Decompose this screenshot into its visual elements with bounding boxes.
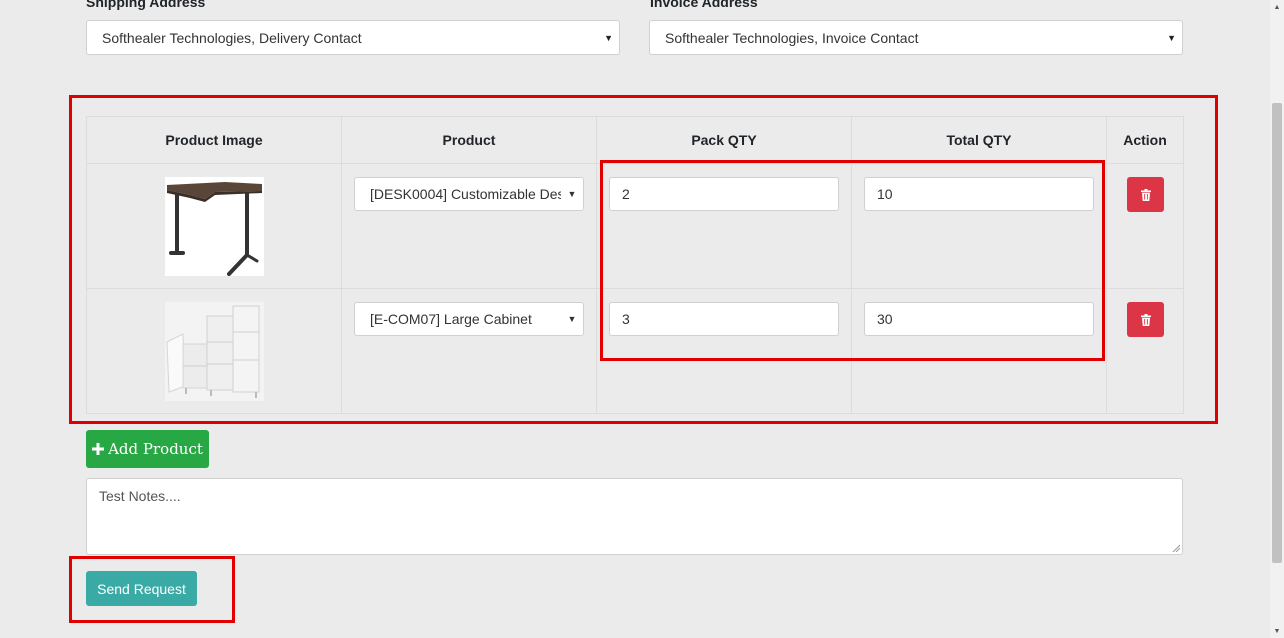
trash-icon [1140, 313, 1151, 326]
header-total-qty: Total QTY [851, 116, 1107, 164]
product-table: Product Image Product Pack QTY Total QTY… [86, 116, 1184, 414]
total-qty-input[interactable]: 10 [864, 177, 1094, 211]
invoice-address-value: Softhealer Technologies, Invoice Contact [665, 29, 919, 46]
chevron-down-icon: ▼ [598, 32, 613, 43]
chevron-down-icon: ▼ [561, 303, 583, 335]
header-product-image: Product Image [86, 116, 342, 164]
product-select-value: [E-COM07] Large Cabinet [370, 311, 532, 327]
table-row: [E-COM07] Large Cabinet ▼ 3 30 [86, 288, 1184, 414]
shipping-address-value: Softhealer Technologies, Delivery Contac… [102, 29, 362, 46]
total-qty-input[interactable]: 30 [864, 302, 1094, 336]
total-qty-cell: 30 [851, 288, 1107, 414]
resize-grip-icon[interactable] [1172, 544, 1180, 552]
notes-value: Test Notes.... [99, 488, 181, 504]
table-header-row: Product Image Product Pack QTY Total QTY… [86, 116, 1184, 164]
trash-icon [1140, 188, 1151, 201]
scrollbar-thumb[interactable] [1272, 103, 1282, 563]
header-action: Action [1106, 116, 1184, 164]
total-qty-cell: 10 [851, 163, 1107, 289]
image-cell [86, 163, 342, 289]
header-product: Product [341, 116, 597, 164]
shipping-address-label: Shipping Address [86, 0, 206, 10]
pack-qty-cell: 2 [596, 163, 852, 289]
plus-icon [92, 443, 105, 455]
scroll-down-icon[interactable]: ▼ [1270, 624, 1284, 638]
cabinet-image [165, 302, 264, 401]
product-cell: [DESK0004] Customizable Desk ▼ [341, 163, 597, 289]
product-cell: [E-COM07] Large Cabinet ▼ [341, 288, 597, 414]
product-select-value: [DESK0004] Customizable Desk [370, 186, 572, 202]
chevron-down-icon: ▼ [1161, 32, 1176, 43]
desk-image [165, 177, 264, 276]
pack-qty-cell: 3 [596, 288, 852, 414]
scroll-up-icon[interactable]: ▲ [1270, 0, 1284, 14]
product-select[interactable]: [DESK0004] Customizable Desk ▼ [354, 177, 584, 211]
header-pack-qty: Pack QTY [596, 116, 852, 164]
notes-textarea[interactable]: Test Notes.... [86, 478, 1183, 555]
add-product-label: Add Product [108, 440, 203, 458]
shipping-address-select[interactable]: Softhealer Technologies, Delivery Contac… [86, 20, 620, 55]
chevron-down-icon: ▼ [561, 178, 583, 210]
action-cell [1106, 163, 1184, 289]
add-product-button[interactable]: Add Product [86, 430, 209, 468]
delete-row-button[interactable] [1127, 302, 1164, 337]
delete-row-button[interactable] [1127, 177, 1164, 212]
action-cell [1106, 288, 1184, 414]
table-row: [DESK0004] Customizable Desk ▼ 2 10 [86, 163, 1184, 289]
pack-qty-input[interactable]: 3 [609, 302, 839, 336]
invoice-address-label: Invoice Address [650, 0, 758, 10]
send-request-button[interactable]: Send Request [86, 571, 197, 606]
image-cell [86, 288, 342, 414]
product-select[interactable]: [E-COM07] Large Cabinet ▼ [354, 302, 584, 336]
invoice-address-select[interactable]: Softhealer Technologies, Invoice Contact… [649, 20, 1183, 55]
vertical-scrollbar[interactable]: ▲ ▼ [1270, 0, 1284, 638]
pack-qty-input[interactable]: 2 [609, 177, 839, 211]
